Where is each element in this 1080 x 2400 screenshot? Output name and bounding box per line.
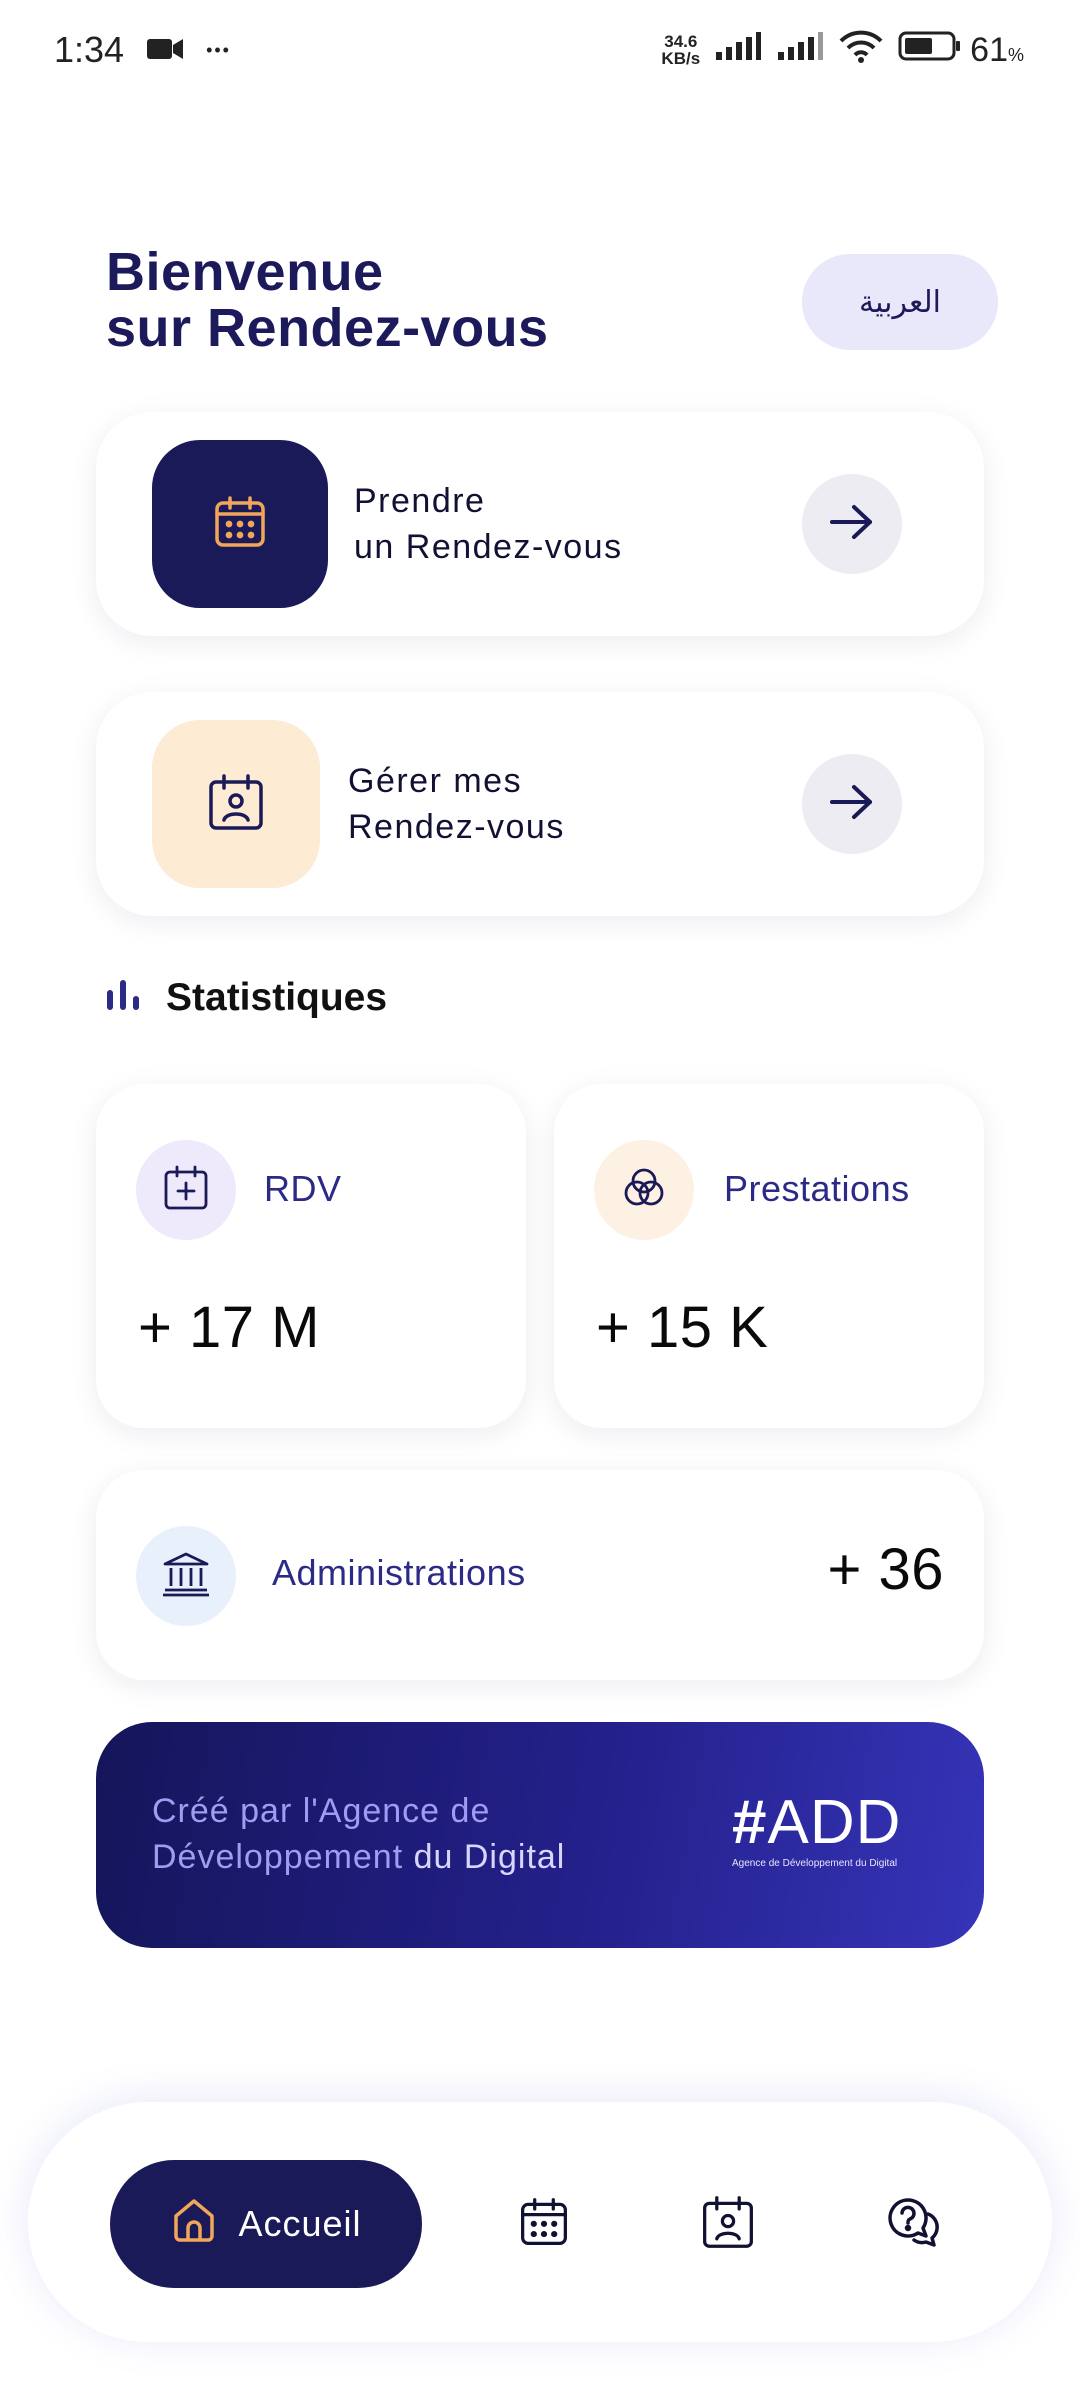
manage-appointments-label: Gérer mes Rendez-vous	[348, 762, 565, 846]
help-chat-icon	[884, 2194, 940, 2255]
prestations-value: + 15 K	[596, 1295, 769, 1360]
book-appointment-label: Prendre un Rendez-vous	[354, 482, 623, 566]
administrations-value: + 36	[827, 1537, 944, 1602]
credits-line-1: Créé par l'Agence de	[152, 1792, 491, 1830]
credits-line-2b: du Digital	[403, 1838, 566, 1876]
language-switch-button[interactable]: العربية	[802, 254, 998, 350]
wifi-icon	[838, 29, 884, 72]
status-more: •••	[206, 39, 231, 60]
book-appointment-icon-box	[152, 440, 328, 608]
battery-unit: %	[1007, 44, 1024, 65]
add-logo: #ADD Agence de Développement du Digital	[732, 1792, 932, 1870]
calendar-icon	[212, 494, 268, 555]
rdv-value: + 17 M	[138, 1295, 320, 1360]
home-icon	[170, 2196, 218, 2253]
bank-icon	[161, 1550, 211, 1603]
arrow-right-icon	[828, 502, 876, 547]
nav-my-appointments-button[interactable]	[678, 2174, 778, 2274]
credits-text: Créé par l'Agence de Développement du Di…	[152, 1788, 672, 1880]
stat-card-rdv: RDV + 17 M	[96, 1084, 526, 1428]
prestations-icon-circle	[594, 1140, 694, 1240]
battery-percent: 61	[970, 30, 1008, 69]
arrow-right-icon	[828, 782, 876, 827]
manage-appointments-card[interactable]: Gérer mes Rendez-vous	[96, 692, 984, 916]
add-logo-caption: Agence de Développement du Digital	[732, 1858, 898, 1869]
signal-icon-2	[776, 29, 824, 71]
status-bar: 1:34 ••• 34.6 KB/s 61%	[0, 0, 1080, 100]
nav-book-appointment-button[interactable]	[494, 2174, 594, 2274]
bar-chart-icon	[106, 976, 140, 1020]
manage-appointments-icon-box	[152, 720, 320, 888]
statistics-heading: Statistiques	[106, 976, 387, 1020]
status-time: 1:34	[54, 29, 125, 70]
rdv-icon-circle	[136, 1140, 236, 1240]
credits-banner: Créé par l'Agence de Développement du Di…	[96, 1722, 984, 1948]
nav-home-button[interactable]: Accueil	[110, 2160, 422, 2288]
add-logo-hash: #	[732, 1788, 768, 1857]
administrations-label: Administrations	[272, 1552, 526, 1593]
book-appointment-card[interactable]: Prendre un Rendez-vous	[96, 412, 984, 636]
net-speed: 34.6 KB/s	[661, 33, 700, 67]
rdv-label: RDV	[264, 1168, 342, 1209]
battery-icon	[898, 30, 962, 71]
nav-help-button[interactable]	[862, 2174, 962, 2274]
battery-indicator: 61%	[898, 30, 1024, 71]
credits-line-2a: Développement	[152, 1838, 404, 1876]
bottom-navigation: Accueil	[28, 2102, 1052, 2342]
prestations-label: Prestations	[724, 1168, 910, 1209]
add-logo-text: ADD	[767, 1788, 902, 1857]
signal-icon	[714, 29, 762, 71]
net-speed-value: 34.6	[664, 32, 698, 51]
administrations-icon-circle	[136, 1526, 236, 1626]
book-appointment-arrow-button[interactable]	[802, 474, 902, 574]
calendar-person-icon	[206, 772, 266, 837]
video-camera-icon	[146, 29, 184, 71]
manage-appointments-arrow-button[interactable]	[802, 754, 902, 854]
stat-card-prestations: Prestations + 15 K	[554, 1084, 984, 1428]
net-speed-unit: KB/s	[661, 49, 701, 68]
circles-icon	[620, 1164, 668, 1217]
calendar-plus-icon	[162, 1164, 210, 1217]
statistics-title: Statistiques	[166, 976, 388, 1019]
calendar-person-icon	[700, 2194, 756, 2255]
calendar-icon	[518, 2196, 570, 2253]
stat-card-administrations: Administrations + 36	[96, 1470, 984, 1680]
nav-home-label: Accueil	[238, 2203, 362, 2244]
